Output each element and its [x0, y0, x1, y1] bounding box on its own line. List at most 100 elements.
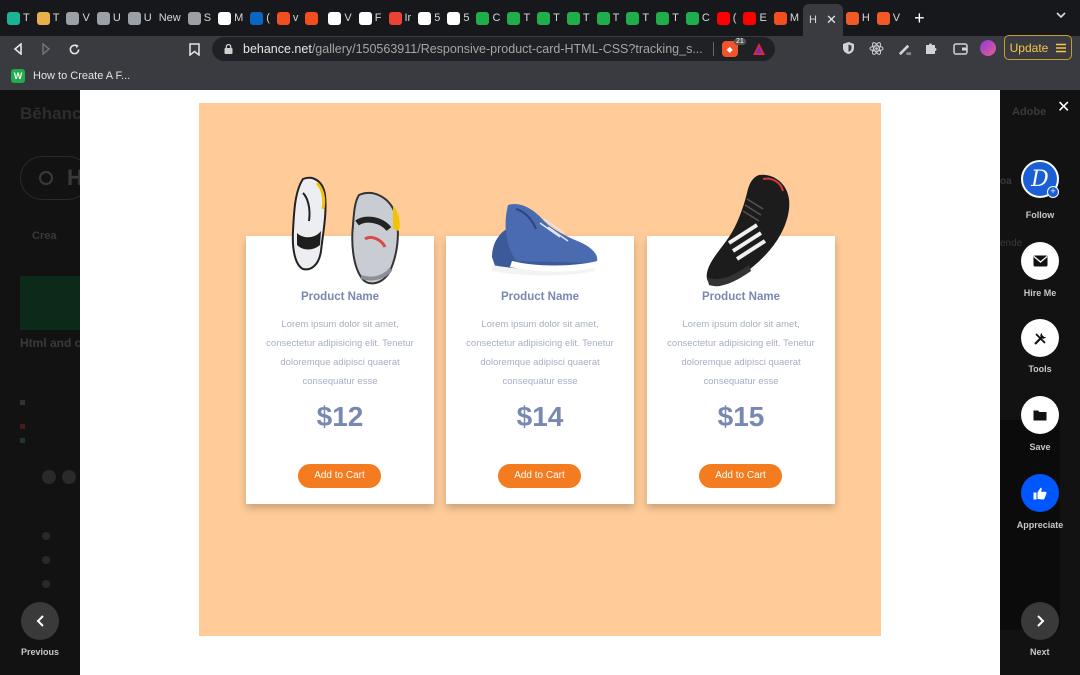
reload-icon[interactable]	[60, 43, 88, 56]
profile-avatar-icon[interactable]	[980, 40, 996, 56]
react-devtools-icon[interactable]	[868, 40, 884, 56]
black-sneaker-image	[706, 174, 790, 287]
wave-icon	[845, 11, 859, 25]
product-price: $14	[516, 401, 564, 432]
brave-shield-icon[interactable]: ◆ 21	[721, 38, 746, 57]
browser-tab[interactable]: S	[185, 4, 215, 32]
browser-tab[interactable]: T	[504, 4, 534, 32]
add-to-cart-button[interactable]: Add to Cart	[699, 464, 782, 488]
browser-tab[interactable]: (	[714, 4, 741, 32]
extension-icons	[840, 40, 996, 56]
browser-tab[interactable]: H	[843, 4, 874, 32]
save-button[interactable]	[1021, 396, 1059, 434]
product-description: Lorem ipsum dolor sit amet, consectetur …	[667, 319, 815, 387]
browser-tab[interactable]: F	[356, 4, 386, 32]
browser-tab[interactable]: 5	[415, 4, 444, 32]
w-icon	[537, 11, 551, 25]
appreciate-button[interactable]	[1021, 474, 1059, 512]
search-icon	[39, 171, 53, 185]
browser-tab[interactable]: M	[771, 4, 803, 32]
gmail-icon	[388, 11, 402, 25]
browser-tab[interactable]: M	[215, 4, 247, 32]
url-host: behance.net	[243, 42, 312, 56]
bookmark-icon[interactable]	[180, 42, 208, 56]
browser-tab[interactable]: T	[564, 4, 594, 32]
tab-close-icon[interactable]: ✕	[826, 12, 837, 28]
browser-tab[interactable]: T	[653, 4, 683, 32]
shield-extension-icon[interactable]	[840, 40, 856, 56]
w-icon	[476, 11, 490, 25]
create-link: Crea	[32, 230, 57, 242]
product-name: Product Name	[702, 291, 780, 303]
browser-tab-label: New	[158, 12, 181, 24]
tools-icon	[1033, 332, 1046, 345]
product-name: Product Name	[501, 291, 579, 303]
back-icon[interactable]	[4, 43, 32, 55]
new-tab-button[interactable]: +	[914, 8, 925, 29]
browser-tab[interactable]: 5	[444, 4, 473, 32]
address-bar[interactable]: behance.net /gallery/150563911/Responsiv…	[212, 37, 775, 61]
browser-tab[interactable]: T	[34, 4, 64, 32]
shield-count-badge: 21	[733, 38, 746, 45]
tab-active[interactable]: H ✕	[802, 4, 843, 36]
w-icon	[656, 11, 670, 25]
bg-avatar	[42, 470, 56, 484]
w-icon	[507, 11, 521, 25]
youtube-icon	[716, 11, 730, 25]
browser-tab[interactable]: V	[874, 4, 904, 32]
puzzle-extension-icon[interactable]	[924, 40, 940, 56]
diamond-icon	[7, 11, 20, 25]
hire-me-button[interactable]	[1021, 242, 1059, 280]
browser-tab[interactable]: U	[94, 4, 125, 32]
w-icon	[596, 11, 610, 25]
next-button[interactable]	[1021, 602, 1059, 640]
browser-tab[interactable]: V	[63, 4, 93, 32]
bg-dot	[42, 556, 50, 564]
browser-tab[interactable]: U	[125, 4, 156, 32]
tab-list-trailing: HV	[843, 4, 904, 32]
owner-avatar[interactable]: D +	[1021, 160, 1059, 198]
bookmark-item[interactable]: How to Create A F...	[33, 70, 130, 82]
previous-button[interactable]	[21, 602, 59, 640]
browser-tab[interactable]: C	[473, 4, 504, 32]
tab-search-chevron-icon[interactable]	[1056, 10, 1066, 20]
browser-tab-label: V	[892, 12, 901, 24]
browser-tab-label: (	[266, 12, 270, 24]
w-icon	[685, 11, 699, 25]
cup-bookmark-icon: W	[11, 69, 25, 83]
add-to-cart-button[interactable]: Add to Cart	[298, 464, 381, 488]
browser-tab[interactable]: New	[156, 4, 185, 32]
update-button[interactable]: Update	[1004, 35, 1072, 60]
bg-right-text: ende	[1000, 238, 1023, 249]
browser-tab[interactable]: v	[274, 4, 303, 32]
wallet-icon[interactable]	[952, 40, 968, 56]
browser-tab[interactable]: Ir	[386, 4, 416, 32]
pen-extension-icon[interactable]	[896, 40, 912, 56]
browser-tab[interactable]: V	[325, 4, 355, 32]
browser-tab[interactable]: T	[534, 4, 564, 32]
plus-icon: +	[1047, 186, 1059, 198]
globe-icon	[96, 11, 110, 25]
triangle-icon	[418, 11, 432, 25]
project-image: Product Name Lorem ipsum dolor sit amet,…	[199, 103, 881, 636]
browser-tab[interactable]: E	[740, 4, 770, 32]
forward-icon[interactable]	[32, 43, 60, 55]
product-price: $12	[316, 401, 364, 432]
browser-tab[interactable]: T	[594, 4, 624, 32]
rewards-triangle-icon[interactable]	[752, 42, 766, 56]
browser-tab-label: T	[582, 12, 590, 24]
browser-tab[interactable]: (	[247, 4, 274, 32]
browser-tab-label: C	[492, 12, 501, 24]
globe-icon	[66, 11, 80, 25]
close-modal-icon[interactable]: ✕	[1057, 97, 1070, 117]
browser-tab[interactable]	[302, 4, 325, 32]
tab-strip: T T V U U New S M(v V F Ir 5 5 C T T T T T T C(E M H ✕ HV +	[0, 0, 1080, 36]
tools-button[interactable]	[1021, 319, 1059, 357]
browser-tab-label: Ir	[404, 12, 412, 24]
add-to-cart-button[interactable]: Add to Cart	[498, 464, 581, 488]
browser-tab[interactable]: T	[4, 4, 34, 32]
browser-tab[interactable]: C	[683, 4, 714, 32]
browser-tab[interactable]: T	[623, 4, 653, 32]
update-label: Update	[1009, 40, 1049, 55]
cup-icon	[36, 11, 50, 25]
